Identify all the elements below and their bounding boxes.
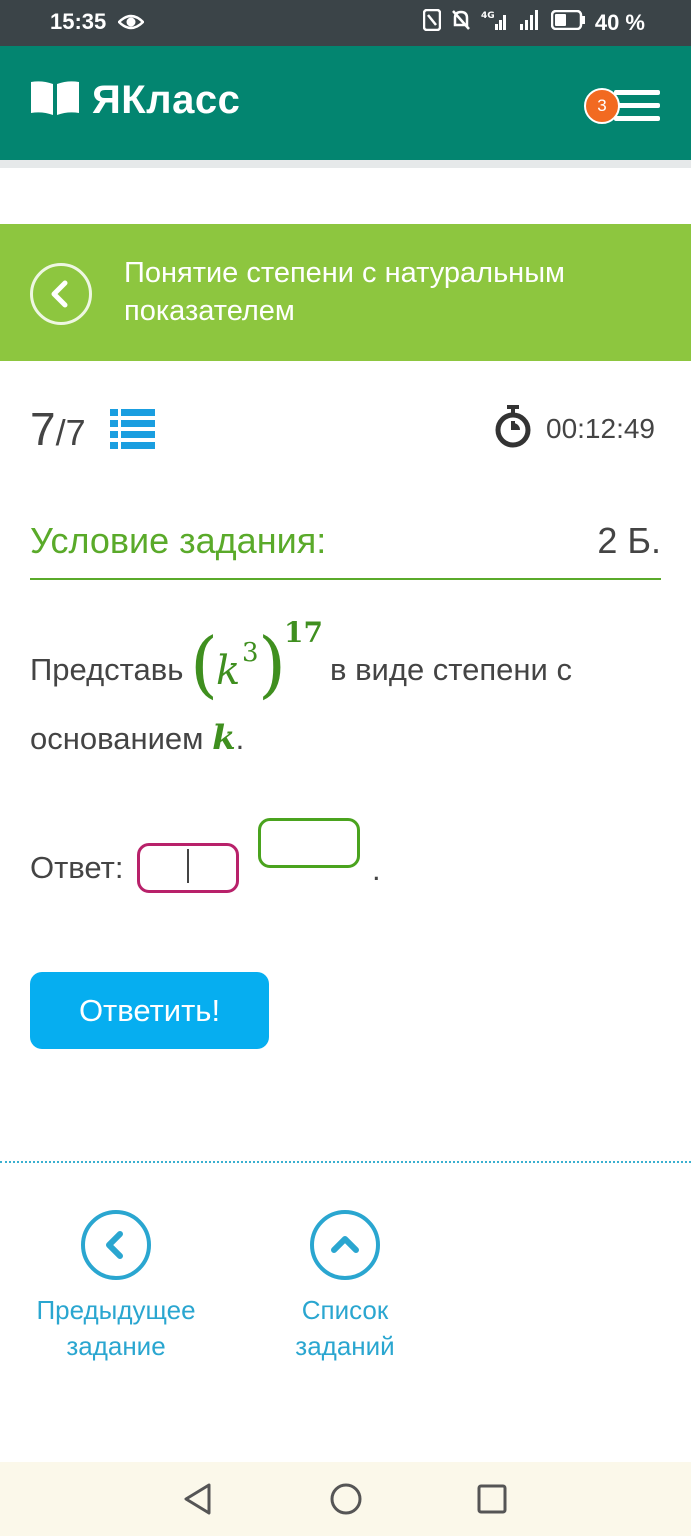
answer-exponent-input[interactable] <box>258 818 360 868</box>
task-points: 2 Б. <box>597 520 661 561</box>
timer-value: 00:12:49 <box>546 412 655 444</box>
task-outer-exponent: 17 <box>284 616 323 649</box>
chevron-left-icon <box>106 1231 123 1259</box>
logo-text: ЯКласс <box>92 78 241 122</box>
book-icon <box>30 80 80 121</box>
hamburger-icon-line <box>614 116 660 121</box>
task-list-icon[interactable] <box>110 408 156 455</box>
prev-circle <box>81 1210 151 1280</box>
task-line2-variable: k <box>212 718 236 758</box>
paren-close: ) <box>258 622 287 706</box>
answer-end: . <box>372 852 381 887</box>
header-shadow <box>0 160 691 168</box>
topic-back-button[interactable] <box>30 263 92 325</box>
task-base: k <box>216 648 241 694</box>
task-text-after: в виде степени с <box>330 652 572 687</box>
stopwatch-icon <box>494 404 532 453</box>
network-type: 4G <box>481 11 495 21</box>
hamburger-icon <box>614 90 660 95</box>
nfc-icon <box>422 8 442 37</box>
task-line-1: Представь ( k 3 ) 17 в виде степени с <box>30 610 670 720</box>
recents-square-icon[interactable] <box>477 1484 507 1519</box>
paren-open: ( <box>190 622 219 706</box>
previous-task-label-2: задание <box>66 1331 166 1361</box>
task-list-button[interactable]: Список заданий <box>265 1210 425 1364</box>
condition-header: Условие задания: 2 Б. <box>30 520 661 580</box>
task-text-before: Представь <box>30 652 184 687</box>
notification-badge: 3 <box>584 88 620 124</box>
back-triangle-icon[interactable] <box>182 1482 212 1521</box>
task-counter: 7 /7 <box>30 402 86 456</box>
total-tasks: /7 <box>55 412 86 453</box>
signal-icon <box>519 9 541 37</box>
task-list-label-1: Список <box>301 1295 389 1325</box>
answer-area: Ответ: . <box>30 816 670 906</box>
chevron-up-icon <box>331 1236 359 1253</box>
task-text-line2: основанием <box>30 721 204 756</box>
status-bar: 15:35 4G 40 % <box>0 0 691 46</box>
text-caret <box>187 849 189 883</box>
status-time: 15:35 <box>50 9 107 34</box>
list-circle <box>310 1210 380 1280</box>
hamburger-icon-line <box>614 103 660 108</box>
topic-bar: Понятие степени с натуральным показателе… <box>0 224 691 361</box>
condition-title: Условие задания: <box>30 520 327 561</box>
chevron-left-icon <box>51 280 68 308</box>
menu-button[interactable]: 3 <box>584 86 664 126</box>
battery-level: 40 % <box>594 10 645 35</box>
task-line2-end: . <box>235 721 245 756</box>
current-task-number: 7 <box>30 403 56 455</box>
system-nav-bar <box>0 1462 691 1536</box>
timer: 00:12:49 <box>494 404 655 453</box>
network-signal-icon: 4G <box>481 9 509 37</box>
task-inner-exponent: 3 <box>242 638 259 668</box>
app-header: ЯКласс 3 <box>0 46 691 160</box>
bell-muted-icon <box>451 9 471 37</box>
section-divider <box>0 1161 691 1163</box>
eye-icon <box>117 12 145 37</box>
previous-task-label-1: Предыдущее <box>36 1295 196 1325</box>
topic-title: Понятие степени с натуральным показателе… <box>124 257 565 327</box>
submit-button[interactable]: Ответить! <box>30 972 269 1049</box>
answer-label: Ответ: <box>30 850 124 885</box>
status-indicators: 4G 40 % <box>422 8 645 37</box>
app-logo[interactable]: ЯКласс <box>30 78 240 123</box>
task-list-label-2: заданий <box>295 1331 395 1361</box>
home-circle-icon[interactable] <box>329 1482 363 1521</box>
previous-task-button[interactable]: Предыдущее задание <box>26 1210 206 1364</box>
battery-icon <box>550 9 585 36</box>
task-line-2: основанием k. <box>30 718 670 758</box>
